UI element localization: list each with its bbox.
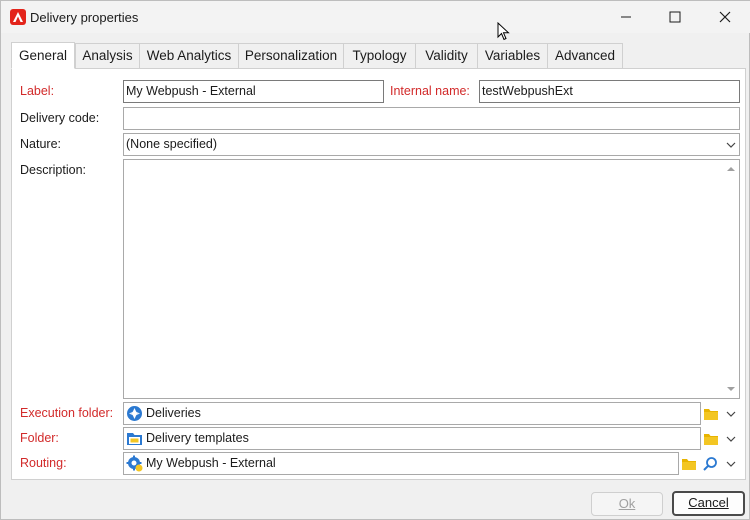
routing-browse-button[interactable]: [680, 455, 698, 473]
folder-dropdown-button[interactable]: [722, 427, 740, 450]
execution-folder-browse-button[interactable]: [702, 405, 720, 423]
scroll-down-arrow-icon[interactable]: [723, 382, 739, 396]
close-button[interactable]: [702, 1, 748, 33]
cancel-button[interactable]: Cancel: [672, 491, 745, 516]
minimize-icon: [621, 16, 631, 18]
tab-personalization[interactable]: Personalization: [238, 43, 344, 69]
routing-gear-icon: [126, 455, 143, 472]
delivery-code-input[interactable]: [123, 107, 740, 130]
tab-web-analytics[interactable]: Web Analytics: [139, 43, 239, 69]
title-bar[interactable]: Delivery properties: [1, 1, 750, 33]
routing-value: My Webpush - External: [146, 456, 276, 470]
minimize-button[interactable]: [603, 1, 649, 33]
internal-name-label: Internal name:: [390, 84, 470, 98]
templates-folder-icon: [127, 433, 142, 445]
tab-validity[interactable]: Validity: [415, 43, 478, 69]
mouse-cursor-icon: [497, 21, 511, 45]
tab-typology[interactable]: Typology: [343, 43, 416, 69]
execution-folder-input[interactable]: Deliveries: [123, 402, 701, 425]
chevron-down-icon: [726, 461, 736, 467]
routing-dropdown-button[interactable]: [722, 452, 740, 475]
folder-browse-button[interactable]: [702, 430, 720, 448]
label-field-label: Label:: [20, 84, 55, 98]
folder-icon: [704, 409, 718, 420]
internal-name-input[interactable]: testWebpushExt: [479, 80, 740, 103]
routing-input[interactable]: My Webpush - External: [123, 452, 679, 475]
dialog-window: Delivery properties General Analysis Web…: [0, 0, 750, 520]
folder-label: Folder:: [20, 431, 59, 445]
ok-button[interactable]: Ok: [591, 492, 663, 516]
tab-advanced[interactable]: Advanced: [547, 43, 623, 69]
tab-analysis[interactable]: Analysis: [75, 43, 140, 69]
chevron-down-icon: [726, 411, 736, 417]
nature-dropdown-button[interactable]: [722, 133, 740, 156]
adobe-app-icon: [10, 9, 26, 25]
description-label: Description:: [20, 163, 86, 177]
nature-select-value: (None specified): [126, 137, 218, 151]
delivery-folder-icon: [127, 406, 142, 421]
execution-folder-label: Execution folder:: [20, 406, 114, 420]
maximize-button[interactable]: [652, 1, 698, 33]
nature-label: Nature:: [20, 137, 61, 151]
search-icon: [703, 457, 717, 471]
scroll-up-arrow-icon[interactable]: [723, 162, 739, 176]
general-tab-panel: Label: My Webpush - External Internal na…: [11, 68, 746, 480]
description-textarea[interactable]: [123, 159, 740, 399]
label-input[interactable]: My Webpush - External: [123, 80, 384, 103]
folder-input[interactable]: Delivery templates: [123, 427, 701, 450]
routing-label: Routing:: [20, 456, 67, 470]
folder-value: Delivery templates: [146, 431, 249, 445]
tab-variables[interactable]: Variables: [477, 43, 548, 69]
description-scrollbar[interactable]: [723, 160, 739, 398]
chevron-down-icon: [726, 436, 736, 442]
chevron-down-icon: [726, 142, 736, 148]
window-title: Delivery properties: [30, 10, 139, 25]
close-icon: [719, 11, 731, 23]
folder-icon: [682, 459, 696, 470]
folder-icon: [704, 434, 718, 445]
nature-select[interactable]: (None specified): [123, 133, 740, 156]
delivery-code-label: Delivery code:: [20, 111, 100, 125]
maximize-icon: [669, 11, 681, 23]
execution-folder-value: Deliveries: [146, 406, 201, 420]
routing-search-button[interactable]: [701, 455, 719, 473]
tab-general[interactable]: General: [11, 42, 75, 69]
execution-folder-dropdown-button[interactable]: [722, 402, 740, 425]
